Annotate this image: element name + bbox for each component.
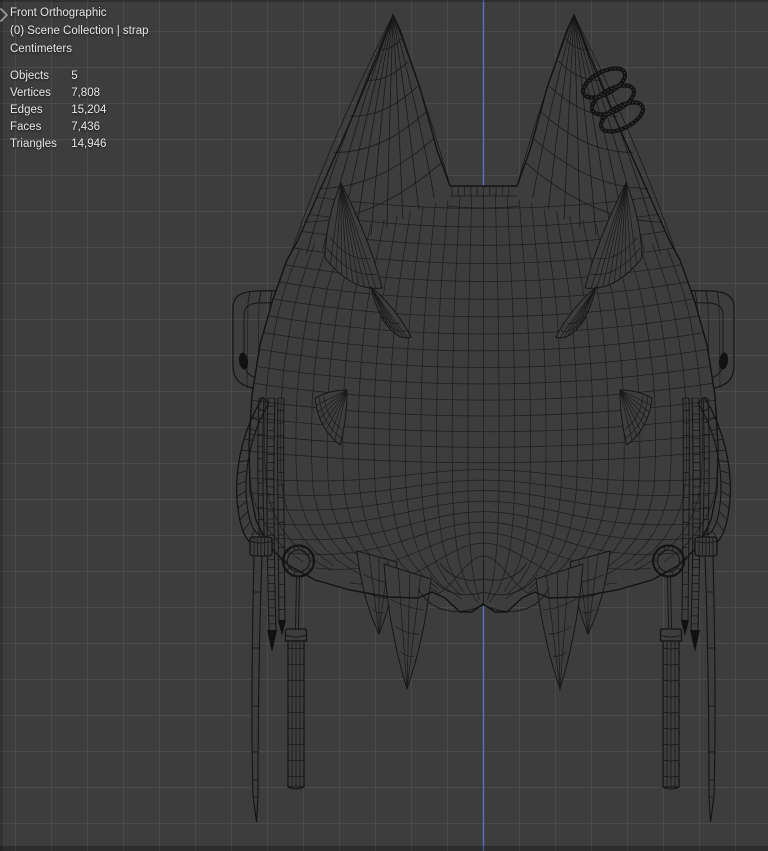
3d-viewport[interactable]: Front Orthographic (0) Scene Collection … — [0, 0, 768, 851]
sidebar-toggle-icon[interactable] — [0, 6, 9, 24]
viewport-canvas[interactable] — [0, 0, 768, 851]
